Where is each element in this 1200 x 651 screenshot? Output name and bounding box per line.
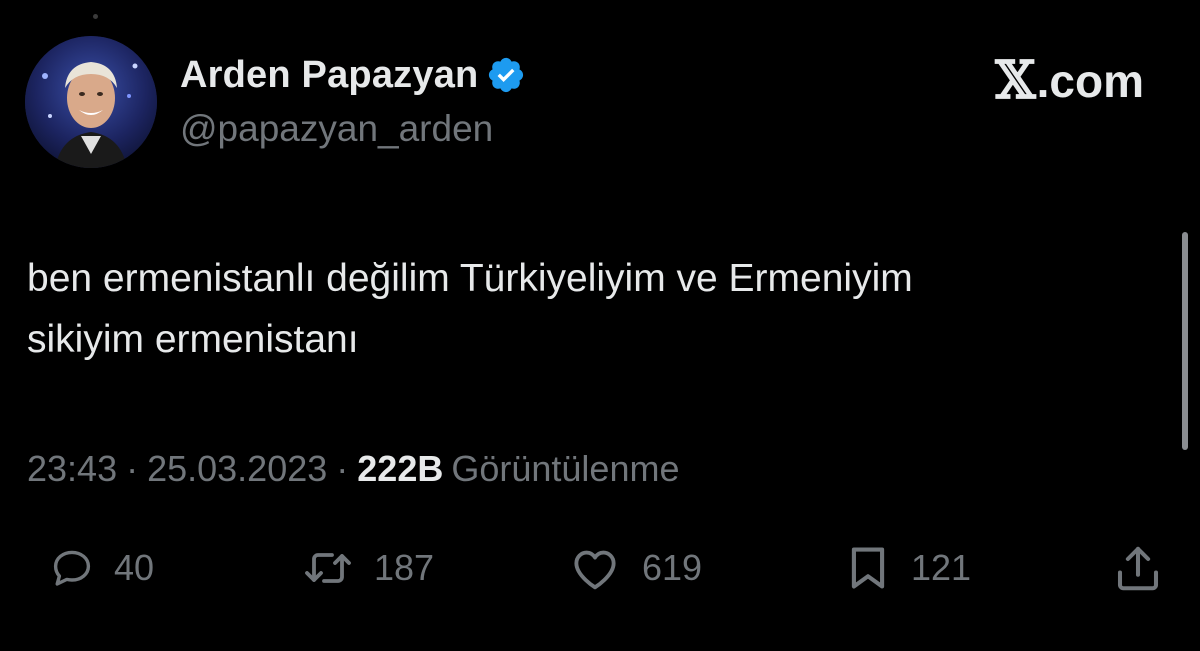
reply-count: 40 <box>114 547 155 588</box>
meta-separator: · <box>126 448 139 489</box>
avatar[interactable] <box>25 36 157 168</box>
avatar-image <box>25 36 157 168</box>
scrollbar[interactable] <box>1182 232 1188 450</box>
share-button[interactable] <box>1111 537 1165 599</box>
like-count: 619 <box>642 547 703 588</box>
heart-icon <box>574 550 616 590</box>
author-display-name[interactable]: Arden Papazyan <box>180 54 478 97</box>
share-icon <box>1117 546 1159 591</box>
x-logo-icon: 𝕏 <box>995 50 1036 111</box>
author-handle[interactable]: @papazyan_arden <box>180 108 493 150</box>
repost-button[interactable]: 187 <box>300 537 434 599</box>
verified-badge-icon <box>489 57 524 93</box>
views-count[interactable]: 222B <box>357 448 443 490</box>
views-label: Görüntülenme <box>451 448 680 489</box>
repost-count: 187 <box>374 547 435 588</box>
tweet-actions-bar: 40 187 619 121 <box>0 537 1200 599</box>
tweet-metadata: 23:43 · 25.03.2023 · 222B Görüntülenme <box>27 448 679 490</box>
like-button[interactable]: 619 <box>566 537 702 599</box>
meta-separator: · <box>336 448 349 489</box>
tweet-date[interactable]: 25.03.2023 <box>147 448 327 490</box>
tweet-time[interactable]: 23:43 <box>27 448 117 490</box>
tweet-text: ben ermenistanlı değilim Türkiyeliyim ve… <box>27 248 1177 370</box>
author-name-row: Arden Papazyan <box>180 52 526 98</box>
bookmark-button[interactable]: 121 <box>843 537 971 599</box>
top-indicator-dot <box>93 14 98 19</box>
reply-button[interactable]: 40 <box>48 537 154 599</box>
repost-icon <box>305 553 351 583</box>
brand-suffix: .com <box>1036 54 1144 107</box>
tweet-text-line: sikiyim ermenistanı <box>27 318 359 361</box>
bookmark-count: 121 <box>911 547 972 588</box>
brand-logo: 𝕏 .com <box>995 50 1144 111</box>
reply-icon <box>53 550 91 586</box>
bookmark-icon <box>851 547 885 589</box>
tweet-text-line: ben ermenistanlı değilim Türkiyeliyim ve… <box>27 257 913 300</box>
